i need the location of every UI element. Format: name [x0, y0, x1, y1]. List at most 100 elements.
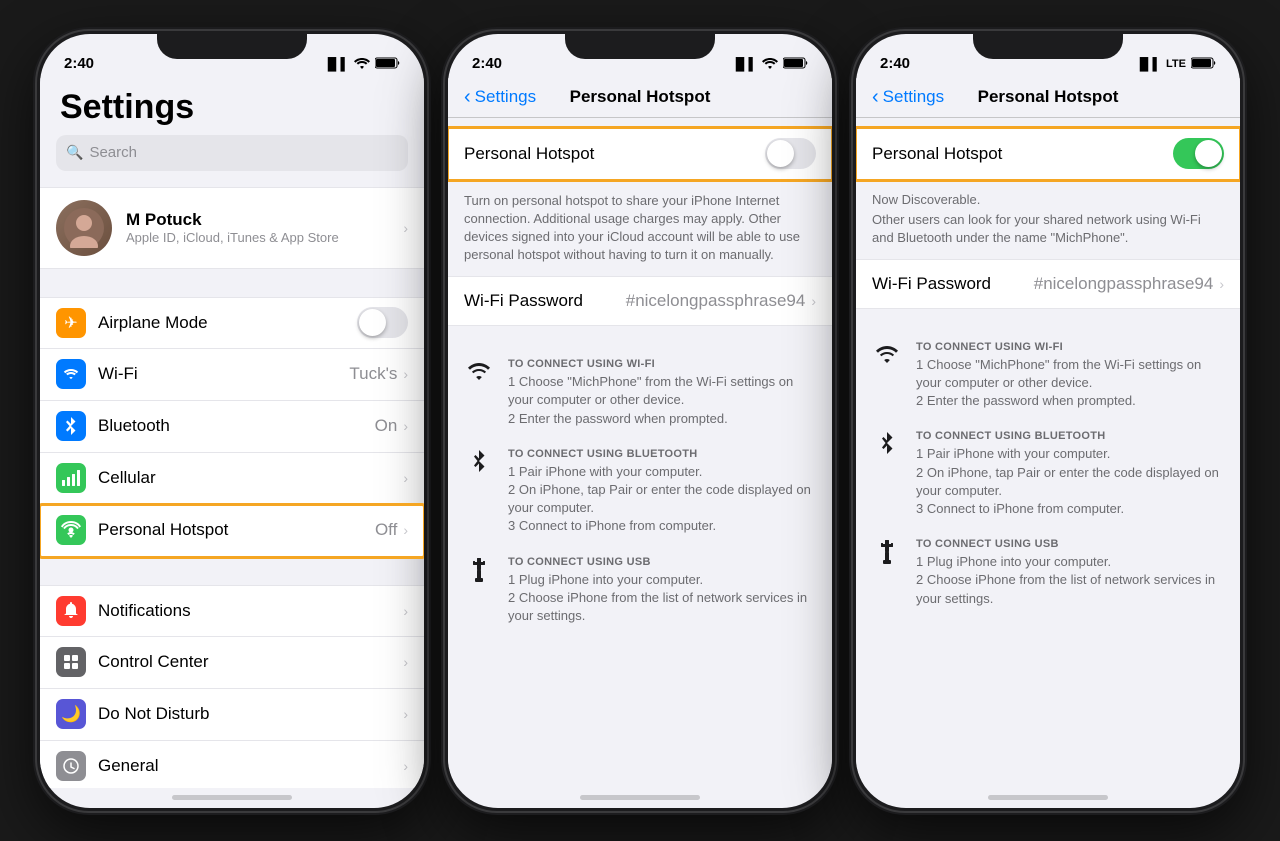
settings-cell-bluetooth[interactable]: Bluetooth On › — [40, 401, 424, 453]
wifi-password-row-2[interactable]: Wi-Fi Password #nicelongpassphrase94 › — [448, 276, 832, 326]
wifi-step-1-3: 1 Choose "MichPhone" from the Wi-Fi sett… — [916, 356, 1224, 392]
dnd-label: Do Not Disturb — [98, 704, 403, 724]
status-time-3: 2:40 — [880, 55, 910, 72]
wifi-connect-title-3: TO CONNECT USING WI-FI — [916, 341, 1224, 353]
bluetooth-icon — [56, 411, 86, 441]
settings-cell-hotspot[interactable]: Personal Hotspot Off › — [40, 505, 424, 557]
hotspot-toggle-label-2: Personal Hotspot — [464, 144, 765, 164]
phone-1: 2:40 ▐▌▌ Settings 🔍 Search — [37, 31, 427, 811]
wifi-connect-icon-2 — [464, 360, 494, 382]
home-indicator-3 — [856, 788, 1240, 808]
usb-step-2-3: 2 Choose iPhone from the list of network… — [916, 571, 1224, 607]
hotspot-screen-2: ‹ Settings Personal Hotspot Personal Hot… — [448, 78, 832, 788]
wifi-password-label-3: Wi-Fi Password — [872, 274, 1034, 294]
connect-bt-2: TO CONNECT USING BLUETOOTH 1 Pair iPhone… — [464, 448, 816, 536]
battery-icon — [375, 57, 400, 72]
nav-title-3: Personal Hotspot — [978, 87, 1119, 107]
wifi-connect-text-2: TO CONNECT USING WI-FI 1 Choose "MichPho… — [508, 358, 816, 428]
connect-usb-2: TO CONNECT USING USB 1 Plug iPhone into … — [464, 556, 816, 626]
wifi-connect-icon-3 — [872, 343, 902, 365]
account-section[interactable]: M Potuck Apple ID, iCloud, iTunes & App … — [40, 187, 424, 269]
general-chevron: › — [403, 758, 408, 774]
search-bar[interactable]: 🔍 Search — [56, 135, 408, 171]
settings-screen: Settings 🔍 Search — [40, 78, 424, 788]
wifi-password-value-3: #nicelongpassphrase94 — [1034, 274, 1214, 294]
bt-step-2-3: 2 On iPhone, tap Pair or enter the code … — [916, 464, 1224, 500]
hotspot-label: Personal Hotspot — [98, 520, 375, 540]
battery-icon-3 — [1191, 57, 1216, 72]
bt-step-2-2: 2 On iPhone, tap Pair or enter the code … — [508, 481, 816, 517]
nav-title-2: Personal Hotspot — [570, 87, 711, 107]
wifi-password-chevron-2: › — [811, 293, 816, 309]
control-center-icon — [56, 647, 86, 677]
bt-connect-text-3: TO CONNECT USING BLUETOOTH 1 Pair iPhone… — [916, 430, 1224, 518]
bluetooth-value: On — [375, 416, 398, 436]
wifi-label: Wi-Fi — [98, 364, 349, 384]
status-time-2: 2:40 — [472, 55, 502, 72]
search-icon: 🔍 — [66, 144, 83, 161]
signal-icon-3: ▐▌▌ — [1136, 57, 1162, 71]
usb-connect-icon-3 — [872, 540, 902, 564]
notifications-label: Notifications — [98, 601, 403, 621]
notifications-chevron: › — [403, 603, 408, 619]
status-icons-2: ▐▌▌ — [731, 57, 808, 72]
wifi-step-2-2: 2 Enter the password when prompted. — [508, 410, 816, 428]
bt-step-1-2: 1 Pair iPhone with your computer. — [508, 463, 816, 481]
wifi-chevron: › — [403, 366, 408, 382]
bluetooth-label: Bluetooth — [98, 416, 375, 436]
nav-back-chevron-2: ‹ — [464, 86, 471, 109]
cellular-label: Cellular — [98, 468, 403, 488]
account-avatar — [56, 200, 112, 256]
settings-cell-control[interactable]: Control Center › — [40, 637, 424, 689]
wifi-password-label-2: Wi-Fi Password — [464, 291, 626, 311]
hotspot-toggle-3[interactable] — [1173, 138, 1224, 169]
discoverable-title: Now Discoverable. — [856, 180, 1240, 211]
settings-cell-notifications[interactable]: Notifications › — [40, 585, 424, 637]
account-subtitle: Apple ID, iCloud, iTunes & App Store — [126, 230, 403, 245]
airplane-label: Airplane Mode — [98, 313, 357, 333]
search-placeholder: Search — [89, 144, 137, 161]
control-center-label: Control Center — [98, 652, 403, 672]
wifi-password-chevron-3: › — [1219, 276, 1224, 292]
bt-connect-icon-3 — [872, 432, 902, 454]
control-chevron: › — [403, 654, 408, 670]
airplane-toggle[interactable] — [357, 307, 408, 338]
bt-connect-icon-2 — [464, 450, 494, 472]
hotspot-screen-3: ‹ Settings Personal Hotspot Personal Hot… — [856, 78, 1240, 788]
discoverable-sub: Other users can look for your shared net… — [856, 211, 1240, 259]
hotspot-icon — [56, 515, 86, 545]
settings-cell-general[interactable]: General › — [40, 741, 424, 788]
home-indicator-1 — [40, 788, 424, 808]
wifi-password-row-3[interactable]: Wi-Fi Password #nicelongpassphrase94 › — [856, 259, 1240, 309]
status-icons-3: ▐▌▌ LTE — [1136, 57, 1216, 72]
usb-step-1-3: 1 Plug iPhone into your computer. — [916, 553, 1224, 571]
nav-bar-2: ‹ Settings Personal Hotspot — [448, 78, 832, 118]
cellular-chevron: › — [403, 470, 408, 486]
hotspot-toggle-label-3: Personal Hotspot — [872, 144, 1173, 164]
wifi-icon — [56, 359, 86, 389]
nav-back-2[interactable]: ‹ Settings — [464, 86, 536, 109]
settings-section-1: ✈ Airplane Mode Wi-Fi Tuck's › — [40, 297, 424, 557]
nav-back-3[interactable]: ‹ Settings — [872, 86, 944, 109]
nav-back-label-2: Settings — [475, 87, 536, 107]
hotspot-toggle-row-2[interactable]: Personal Hotspot — [448, 128, 832, 180]
settings-cell-cellular[interactable]: Cellular › — [40, 453, 424, 505]
phone-2: 2:40 ▐▌▌ ‹ Settings — [445, 31, 835, 811]
settings-cell-dnd[interactable]: 🌙 Do Not Disturb › — [40, 689, 424, 741]
bt-connect-title-2: TO CONNECT USING BLUETOOTH — [508, 448, 816, 460]
settings-cell-wifi[interactable]: Wi-Fi Tuck's › — [40, 349, 424, 401]
general-icon — [56, 751, 86, 781]
hotspot-toggle-2[interactable] — [765, 138, 816, 169]
signal-icon: ▐▌▌ — [323, 57, 349, 71]
settings-section-2: Notifications › Con — [40, 585, 424, 788]
wifi-step-2-3: 2 Enter the password when prompted. — [916, 392, 1224, 410]
settings-cell-airplane[interactable]: ✈ Airplane Mode — [40, 297, 424, 349]
usb-connect-text-3: TO CONNECT USING USB 1 Plug iPhone into … — [916, 538, 1224, 608]
bluetooth-chevron: › — [403, 418, 408, 434]
hotspot-toggle-row-3[interactable]: Personal Hotspot — [856, 128, 1240, 180]
general-label: General — [98, 756, 403, 776]
wifi-connect-title-2: TO CONNECT USING WI-FI — [508, 358, 816, 370]
wifi-status-icon — [354, 57, 370, 72]
bt-connect-title-3: TO CONNECT USING BLUETOOTH — [916, 430, 1224, 442]
phone-3: 2:40 ▐▌▌ LTE ‹ Settings Personal Hotsp — [853, 31, 1243, 811]
